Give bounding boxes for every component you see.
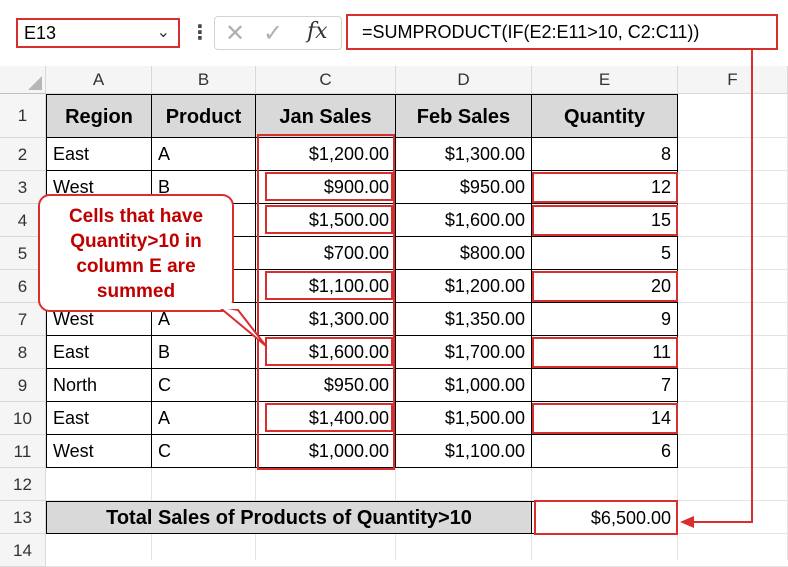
table-cell[interactable]: B — [152, 336, 256, 369]
table-cell[interactable]: 5 — [532, 237, 678, 270]
quantity-cell-highlight — [532, 172, 678, 203]
column-header-b[interactable]: B — [152, 66, 256, 94]
formula-text: =SUMPRODUCT(IF(E2:E11>10, C2:C11)) — [362, 22, 700, 42]
table-header-cell[interactable]: Feb Sales — [396, 94, 532, 138]
callout-line-2: Quantity>10 in — [70, 231, 202, 252]
quantity-cell-highlight — [532, 205, 678, 236]
name-box[interactable]: E13 ⌄ — [16, 18, 180, 48]
summed-cell-highlight — [265, 403, 393, 432]
callout-line-3: column E are — [76, 256, 196, 277]
column-header-a[interactable]: A — [46, 66, 152, 94]
table-cell[interactable]: $1,350.00 — [396, 303, 532, 336]
total-cell-highlight — [534, 500, 678, 535]
row-header-9[interactable]: 9 — [0, 369, 46, 402]
table-cell[interactable]: 8 — [532, 138, 678, 171]
table-cell[interactable]: 9 — [532, 303, 678, 336]
cancel-icon[interactable]: ✕ — [225, 19, 245, 48]
table-cell[interactable]: $1,600.00 — [396, 204, 532, 237]
summed-cell-highlight — [265, 172, 393, 201]
check-icon[interactable]: ✓ — [263, 19, 283, 48]
row-header-7[interactable]: 7 — [0, 303, 46, 336]
table-cell[interactable]: $800.00 — [396, 237, 532, 270]
table-cell[interactable]: A — [152, 138, 256, 171]
table-cell[interactable]: East — [46, 138, 152, 171]
table-cell[interactable]: A — [152, 402, 256, 435]
table-header-cell[interactable]: Region — [46, 94, 152, 138]
table-cell[interactable]: $1,300.00 — [396, 138, 532, 171]
callout-line-4: summed — [96, 281, 176, 302]
table-cell[interactable]: 7 — [532, 369, 678, 402]
column-header-f[interactable]: F — [678, 66, 788, 94]
table-cell[interactable]: West — [46, 435, 152, 468]
table-header-cell[interactable]: Quantity — [532, 94, 678, 138]
column-header-d[interactable]: D — [396, 66, 532, 94]
column-header-e[interactable]: E — [532, 66, 678, 94]
chevron-down-icon[interactable]: ⌄ — [157, 20, 170, 46]
more-options-icon[interactable]: ⋮ — [190, 20, 210, 45]
table-cell[interactable]: $950.00 — [396, 171, 532, 204]
table-cell[interactable]: North — [46, 369, 152, 402]
table-cell[interactable]: $1,500.00 — [396, 402, 532, 435]
select-all-corner[interactable] — [0, 66, 46, 94]
row-header-8[interactable]: 8 — [0, 336, 46, 369]
row-header-13[interactable]: 13 — [0, 501, 46, 534]
table-cell[interactable]: 6 — [532, 435, 678, 468]
table-cell[interactable]: $1,000.00 — [396, 369, 532, 402]
summed-cell-highlight — [265, 205, 393, 234]
table-cell[interactable]: East — [46, 336, 152, 369]
table-cell[interactable]: $1,200.00 — [396, 270, 532, 303]
column-header-c[interactable]: C — [256, 66, 396, 94]
summed-cell-highlight — [265, 271, 393, 300]
formula-bar-area: E13 ⌄ ⋮ ✕ ✓ fx =SUMPRODUCT(IF(E2:E11>10,… — [0, 0, 788, 68]
formula-controls: ✕ ✓ fx — [214, 16, 342, 50]
connector-line — [688, 50, 753, 523]
table-header-cell[interactable]: Jan Sales — [256, 94, 396, 138]
insert-function-icon[interactable]: fx — [307, 19, 328, 44]
table-cell[interactable]: C — [152, 369, 256, 402]
table-cell[interactable]: C — [152, 435, 256, 468]
total-label-cell[interactable]: Total Sales of Products of Quantity>10 — [46, 501, 532, 534]
row-header-2[interactable]: 2 — [0, 138, 46, 171]
annotation-callout: Cells that have Quantity>10 in column E … — [38, 194, 234, 312]
name-box-value: E13 — [24, 23, 57, 43]
table-cell[interactable]: $1,700.00 — [396, 336, 532, 369]
quantity-cell-highlight — [532, 403, 678, 434]
quantity-cell-highlight — [532, 271, 678, 302]
table-cell[interactable]: East — [46, 402, 152, 435]
callout-line-1: Cells that have — [68, 206, 204, 227]
formula-input[interactable]: =SUMPRODUCT(IF(E2:E11>10, C2:C11)) — [346, 14, 778, 50]
summed-cell-highlight — [265, 337, 393, 366]
row-header-10[interactable]: 10 — [0, 402, 46, 435]
row-header-12[interactable]: 12 — [0, 468, 46, 501]
row-header-1[interactable]: 1 — [0, 94, 46, 138]
arrowhead-icon — [680, 516, 694, 528]
table-cell[interactable]: $1,100.00 — [396, 435, 532, 468]
quantity-cell-highlight — [532, 337, 678, 368]
row-header-11[interactable]: 11 — [0, 435, 46, 468]
row-header-14[interactable]: 14 — [0, 534, 46, 567]
table-header-cell[interactable]: Product — [152, 94, 256, 138]
